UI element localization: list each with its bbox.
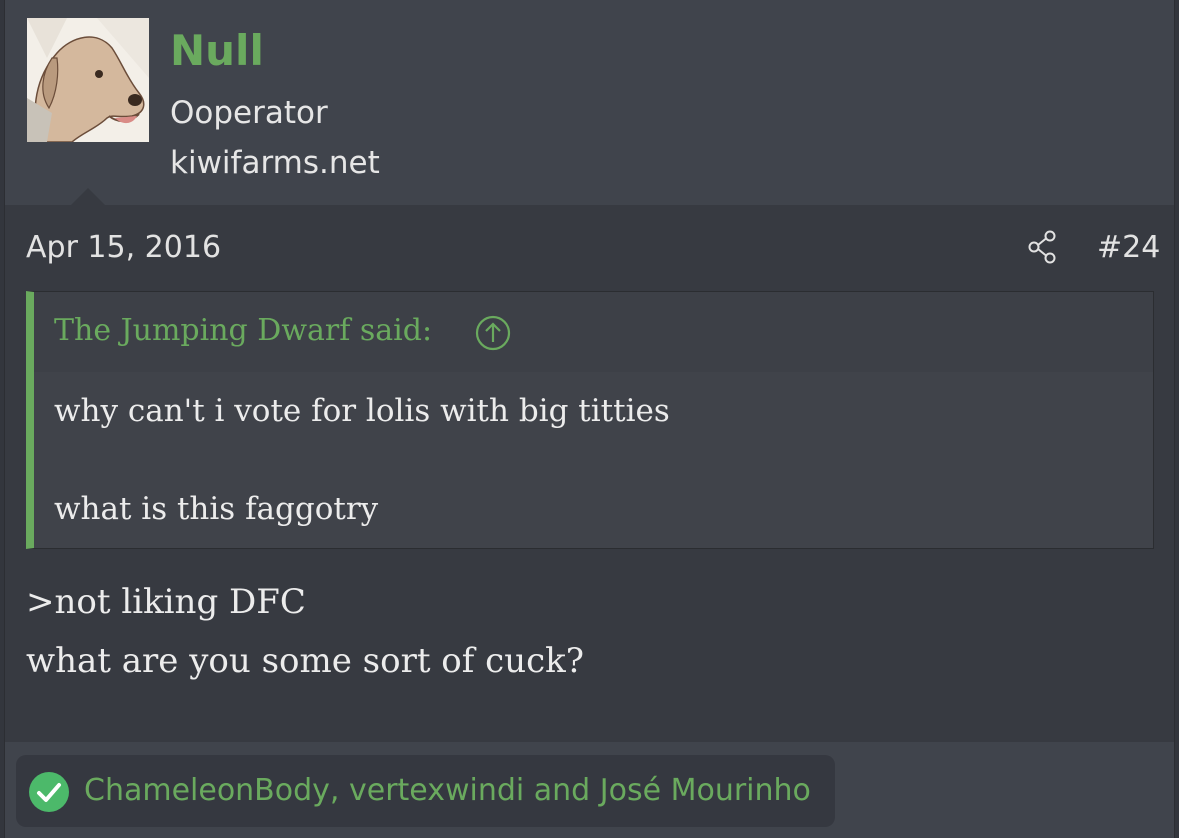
avatar[interactable] xyxy=(27,18,149,142)
quote-text-line: why can't i vote for lolis with big titt… xyxy=(54,393,670,429)
post-body-line: what are you some sort of cuck? xyxy=(26,641,584,681)
username[interactable]: Null xyxy=(170,26,264,75)
user-header: Null Ooperator kiwifarms.net xyxy=(5,0,1174,205)
share-icon[interactable] xyxy=(1027,230,1057,264)
header-pointer xyxy=(71,188,105,205)
reactions-bar[interactable]: ChameleonBody, vertexwindi and José Mour… xyxy=(16,755,835,827)
post-body-line: >not liking DFC xyxy=(26,582,306,622)
reaction-users[interactable]: ChameleonBody, vertexwindi and José Mour… xyxy=(84,773,811,808)
arrow-up-circle-icon[interactable] xyxy=(475,315,511,351)
user-title: Ooperator xyxy=(170,95,328,131)
post: Null Ooperator kiwifarms.net Apr 15, 201… xyxy=(4,0,1175,838)
quote-attribution[interactable]: The Jumping Dwarf said: xyxy=(54,313,432,348)
user-site: kiwifarms.net xyxy=(170,145,380,181)
quote-text-line: what is this faggotry xyxy=(54,491,379,527)
check-circle-icon xyxy=(28,771,70,813)
post-date[interactable]: Apr 15, 2016 xyxy=(26,230,221,265)
post-number[interactable]: #24 xyxy=(1097,230,1160,265)
dog-avatar-image xyxy=(27,18,149,142)
quote-header: The Jumping Dwarf said: xyxy=(34,292,1153,372)
